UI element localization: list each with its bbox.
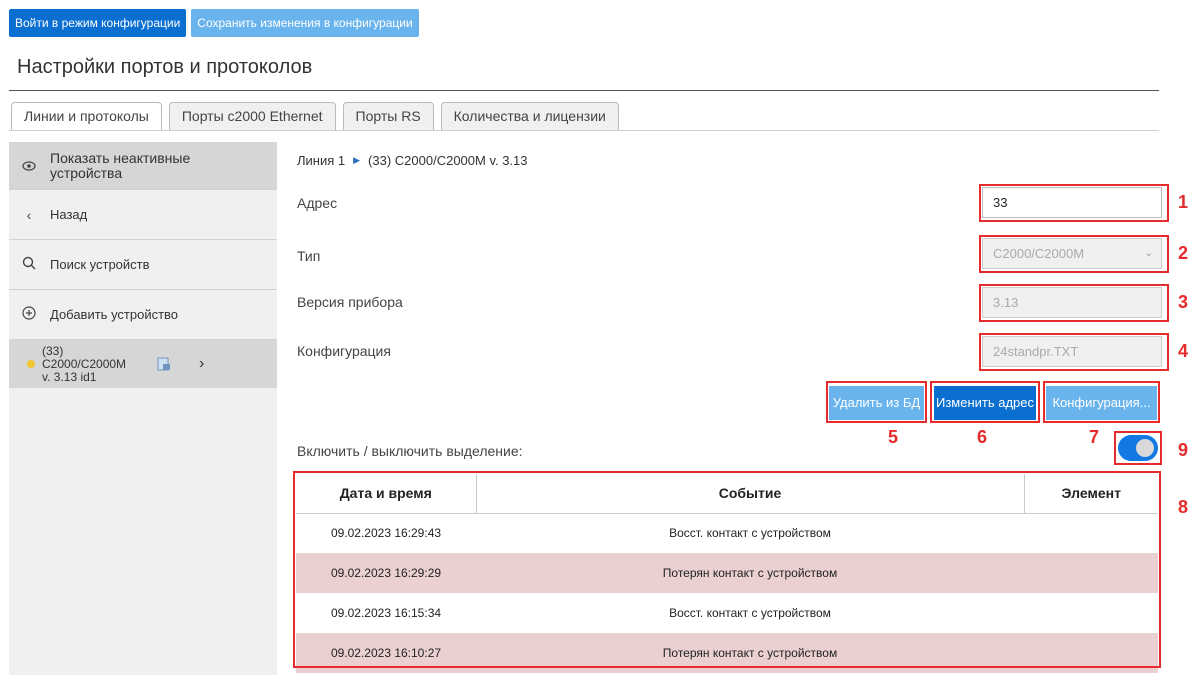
column-header-element[interactable]: Элемент xyxy=(1024,474,1158,514)
breadcrumb: Линия 1 ▶ (33) C2000/C2000M v. 3.13 xyxy=(297,153,528,168)
annotation-5: 5 xyxy=(888,427,899,447)
tab-rs-ports[interactable]: Порты RS xyxy=(342,102,434,130)
type-select[interactable]: C2000/C2000M ⌄ xyxy=(982,238,1162,269)
tabs-divider xyxy=(9,130,1159,131)
breadcrumb-device: (33) C2000/C2000M v. 3.13 xyxy=(368,153,528,168)
events-table: Дата и время Событие Элемент 09.02.2023 … xyxy=(296,474,1158,673)
chevron-down-icon: ⌄ xyxy=(1144,248,1153,259)
device-item[interactable]: (33) C2000/C2000M v. 3.13 id1 › xyxy=(9,340,277,388)
type-label: Тип xyxy=(297,248,321,264)
annotation-8: 8 xyxy=(1178,497,1189,517)
delete-from-db-button[interactable]: Удалить из БД xyxy=(829,386,924,420)
breadcrumb-line[interactable]: Линия 1 xyxy=(297,153,345,168)
enter-config-button[interactable]: Войти в режим конфигурации xyxy=(9,9,187,37)
tab-bar: Линии и протоколы Порты c2000 Ethernet П… xyxy=(11,102,619,131)
tab-c2000-ethernet-ports[interactable]: Порты c2000 Ethernet xyxy=(168,102,336,130)
cell-element xyxy=(1024,633,1158,673)
device-status-dot xyxy=(27,360,35,368)
tab-lines-protocols[interactable]: Линии и протоколы xyxy=(11,102,162,131)
version-label: Версия прибора xyxy=(297,294,403,310)
toggle-knob xyxy=(1136,439,1154,457)
show-inactive-label: Показать неактивные устройства xyxy=(50,149,191,181)
add-device-button[interactable]: Добавить устройство xyxy=(9,290,277,340)
annotation-4: 4 xyxy=(1178,341,1189,361)
back-button[interactable]: ‹ Назад xyxy=(9,190,277,240)
annotation-7: 7 xyxy=(1089,427,1100,447)
highlight-toggle[interactable] xyxy=(1118,435,1158,461)
annotation-3: 3 xyxy=(1178,292,1189,312)
highlight-toggle-label: Включить / выключить выделение: xyxy=(297,443,523,459)
toolbar: Войти в режим конфигурации Сохранить изм… xyxy=(9,9,419,37)
search-devices-button[interactable]: Поиск устройств xyxy=(9,240,277,290)
cell-element xyxy=(1024,553,1158,593)
cell-datetime: 09.02.2023 16:10:27 xyxy=(296,633,476,673)
annotation-1: 1 xyxy=(1178,192,1189,212)
cell-event: Восст. контакт с устройством xyxy=(476,513,1024,553)
chevron-right-icon: › xyxy=(199,355,205,372)
version-field: 3.13 xyxy=(982,287,1162,318)
table-row[interactable]: 09.02.2023 16:29:43 Восст. контакт с уст… xyxy=(296,513,1158,553)
change-address-button[interactable]: Изменить адрес xyxy=(934,386,1036,420)
config-field: 24standpr.TXT xyxy=(982,336,1162,367)
column-header-event[interactable]: Событие xyxy=(476,474,1025,514)
address-input[interactable]: 33 xyxy=(982,187,1162,218)
cell-datetime: 09.02.2023 16:15:34 xyxy=(296,593,476,633)
table-row[interactable]: 09.02.2023 16:29:29 Потерян контакт с ус… xyxy=(296,553,1158,593)
show-inactive-toggle[interactable]: Показать неактивные устройства xyxy=(9,142,277,190)
annotation-6: 6 xyxy=(977,427,988,447)
page-title: Настройки портов и протоколов xyxy=(17,56,313,78)
cell-event: Восст. контакт с устройством xyxy=(476,593,1024,633)
cell-datetime: 09.02.2023 16:29:43 xyxy=(296,513,476,553)
add-device-label: Добавить устройство xyxy=(50,307,179,322)
chevron-left-icon: ‹ xyxy=(26,206,32,223)
cell-datetime: 09.02.2023 16:29:29 xyxy=(296,553,476,593)
plus-circle-icon xyxy=(18,306,40,323)
table-header-row: Дата и время Событие Элемент xyxy=(296,474,1158,514)
cell-element xyxy=(1024,593,1158,633)
annotation-9: 9 xyxy=(1178,440,1189,460)
config-label: Конфигурация xyxy=(297,343,391,359)
device-label: (33) C2000/C2000M v. 3.13 id1 xyxy=(42,343,127,384)
type-select-value: C2000/C2000M xyxy=(993,246,1085,261)
cell-element xyxy=(1024,513,1158,553)
address-label: Адрес xyxy=(297,195,338,211)
search-devices-label: Поиск устройств xyxy=(50,257,150,272)
back-label: Назад xyxy=(50,207,88,222)
table-row[interactable]: 09.02.2023 16:10:27 Потерян контакт с ус… xyxy=(296,633,1158,673)
column-header-datetime[interactable]: Дата и время xyxy=(296,474,477,514)
configuration-button[interactable]: Конфигурация... xyxy=(1046,386,1157,420)
eye-icon xyxy=(18,158,40,174)
tab-quantities-licenses[interactable]: Количества и лицензии xyxy=(440,102,619,130)
annotation-2: 2 xyxy=(1178,243,1189,263)
table-row[interactable]: 09.02.2023 16:15:34 Восст. контакт с уст… xyxy=(296,593,1158,633)
cell-event: Потерян контакт с устройством xyxy=(476,553,1024,593)
caret-right-icon: ▶ xyxy=(353,155,361,165)
sidebar: Показать неактивные устройства ‹ Назад П… xyxy=(9,142,277,675)
search-icon xyxy=(18,256,40,273)
save-config-button[interactable]: Сохранить изменения в конфигурации xyxy=(191,9,419,37)
title-divider xyxy=(9,90,1159,91)
cell-event: Потерян контакт с устройством xyxy=(476,633,1024,673)
database-icon xyxy=(157,357,171,371)
